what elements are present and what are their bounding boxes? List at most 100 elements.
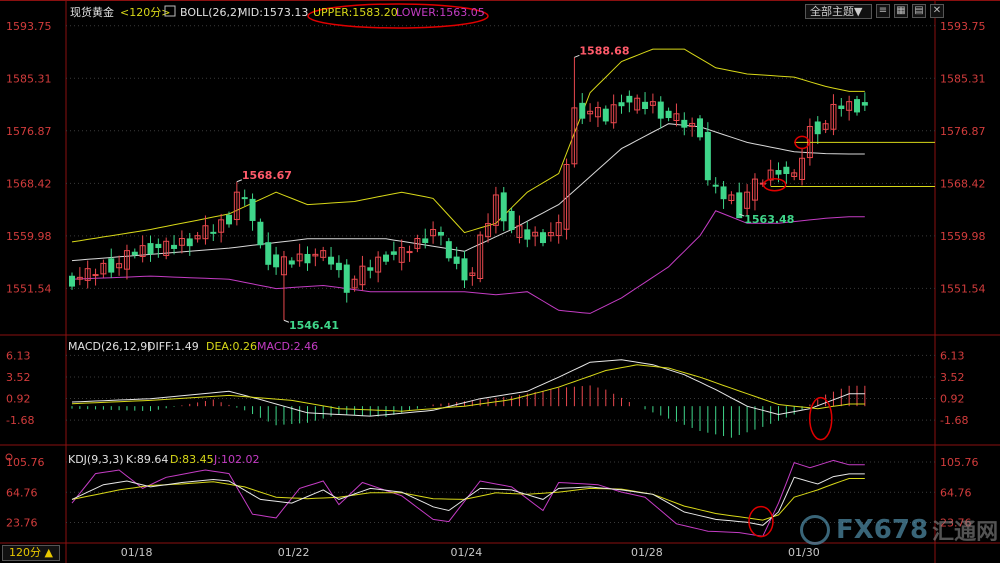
y-tick-left: -1.68 — [6, 414, 34, 427]
candle-body — [335, 262, 342, 271]
candle-body — [390, 251, 397, 255]
kdj-panel — [71, 459, 865, 537]
y-tick-left: 64.76 — [6, 486, 38, 499]
y-tick-left: 1551.54 — [6, 282, 52, 295]
theme-dropdown[interactable]: 全部主题▼ — [805, 4, 872, 19]
kdj-d-line — [71, 478, 865, 521]
candle-body — [657, 101, 664, 119]
candle-body — [108, 258, 115, 273]
kdj-label: KDJ(9,3,3) — [68, 453, 124, 466]
candle-body — [618, 102, 625, 107]
candle-body — [343, 264, 350, 293]
macd-label: MACD(26,12,9) — [68, 340, 152, 353]
candle-body — [642, 101, 649, 110]
candle-body — [210, 231, 217, 234]
candle-body — [226, 214, 232, 225]
candle-body — [92, 274, 99, 277]
candle-body — [437, 231, 444, 236]
candle-body — [461, 258, 468, 281]
candle-body — [861, 102, 868, 106]
y-tick-right: 6.13 — [940, 349, 965, 362]
kdj-k-value: K:89.64 — [126, 453, 168, 466]
candle-body — [697, 118, 703, 138]
detail-icon[interactable]: ▤ — [912, 4, 926, 18]
y-tick-right: 1568.42 — [940, 177, 986, 190]
candle-body — [579, 102, 586, 119]
swirl-icon — [800, 515, 830, 545]
watermark-logo: FX678 汇通网 — [800, 513, 998, 547]
y-tick-right: 64.76 — [940, 486, 972, 499]
candle-body — [147, 243, 154, 255]
macd-diff-value: DIFF:1.49 — [147, 340, 199, 353]
y-tick-left: 1559.98 — [6, 230, 52, 243]
y-tick-left: 23.76 — [6, 516, 38, 529]
candle-body — [445, 241, 452, 259]
candle-body — [540, 232, 546, 244]
candle-body — [273, 254, 280, 268]
y-tick-right: 1585.31 — [940, 72, 986, 85]
lower-touch-ellipse — [762, 177, 787, 192]
chart-canvas: 1551.54 1551.54 1559.98 1559.98 1568.42 1568.… — [0, 0, 1000, 563]
macd-cross-ellipse — [809, 396, 833, 441]
y-tick-left: 6.13 — [6, 349, 31, 362]
x-tick-label: 01/28 — [631, 546, 663, 559]
candle-body — [304, 253, 311, 264]
candle-body — [736, 192, 743, 219]
macd-hist-value: MACD:2.46 — [257, 340, 318, 353]
y-tick-left: 1593.75 — [6, 20, 52, 33]
candle-body — [69, 275, 75, 287]
x-tick-label: 01/30 — [788, 546, 820, 559]
x-tick-label: 01/18 — [121, 546, 153, 559]
candle-body — [453, 256, 460, 264]
boll-mid-value: MID:1573.13 — [238, 6, 308, 19]
boll-upper-value: UPPER:1583.20 — [313, 6, 398, 19]
candle-body — [241, 197, 248, 200]
y-tick-right: 1593.75 — [940, 20, 986, 33]
price-extreme-label: 1588.68 — [579, 44, 629, 57]
candle-body — [155, 243, 162, 249]
y-tick-left: 3.52 — [6, 371, 31, 384]
candle-body — [783, 166, 790, 174]
y-tick-left: 0.92 — [6, 393, 31, 406]
macd-dea-line — [71, 364, 865, 412]
candle-body — [524, 229, 531, 240]
candle-body — [854, 99, 860, 113]
candle-body — [186, 238, 193, 247]
candle-body — [720, 186, 727, 200]
y-tick-right: 0.92 — [940, 393, 965, 406]
close-icon[interactable]: ✕ — [930, 4, 944, 18]
grid-icon[interactable]: ▦ — [894, 4, 908, 18]
y-tick-right: 1576.87 — [940, 125, 986, 138]
candle-body — [249, 198, 256, 221]
candle-body — [838, 105, 845, 110]
y-tick-left: 1585.31 — [6, 72, 52, 85]
candle-body — [383, 254, 389, 262]
candle-body — [422, 238, 429, 244]
period-selector[interactable]: 120分 ▲ — [2, 545, 60, 561]
candle-body — [665, 110, 672, 119]
candle-body — [288, 260, 295, 265]
candle-body — [626, 95, 633, 103]
price-extreme-label: 1568.67 — [242, 169, 292, 182]
macd-diff-line — [71, 359, 865, 417]
price-labels: 1568.67 1546.41 1588.68 1563.48 — [236, 44, 794, 332]
list-icon[interactable]: ≡ — [876, 4, 890, 18]
period-tag: <120分> — [120, 6, 170, 19]
candlesticks — [69, 57, 868, 321]
candle-body — [814, 121, 821, 135]
y-tick-right: -1.68 — [940, 414, 968, 427]
candle-body — [508, 210, 515, 230]
y-tick-left: 1568.42 — [6, 177, 52, 190]
candle-body — [681, 119, 688, 128]
candle-body — [257, 221, 264, 246]
candle-body — [500, 192, 507, 222]
y-tick-right: 1559.98 — [940, 230, 986, 243]
candle-body — [712, 184, 719, 187]
candle-body — [171, 244, 178, 249]
candle-body — [265, 242, 272, 265]
symbol-title: 现货黄金 — [70, 5, 114, 19]
y-tick-left: 1576.87 — [6, 125, 52, 138]
boll-lower-line — [71, 210, 865, 314]
candle-body — [367, 267, 374, 271]
candle-body — [131, 251, 138, 256]
